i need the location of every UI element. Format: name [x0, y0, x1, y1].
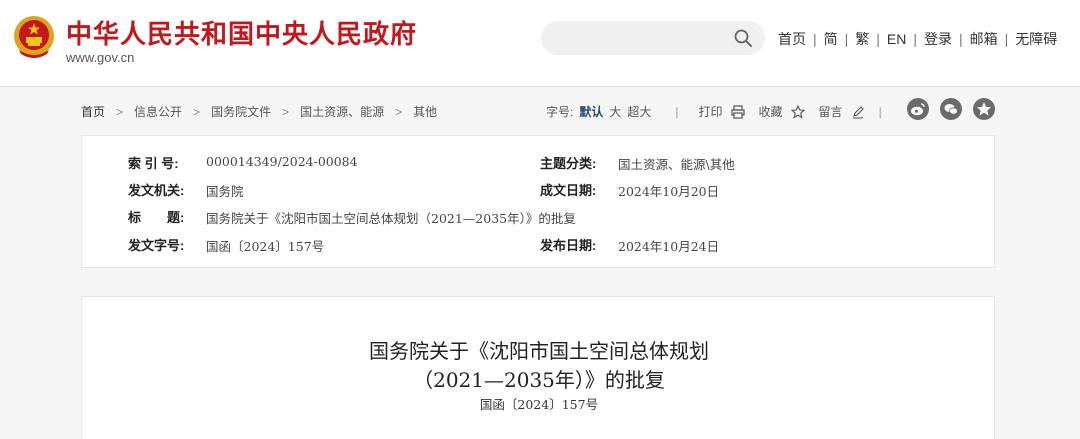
tools-separator: |	[675, 104, 679, 119]
font-size-xlarge[interactable]: 超大	[627, 103, 651, 120]
breadcrumb: 首页 > 信息公开 > 国务院文件 > 国土资源、能源 > 其他	[81, 103, 437, 120]
font-size-label: 字号:	[546, 105, 574, 119]
printer-icon[interactable]	[730, 104, 745, 119]
nav-separator: |	[876, 31, 880, 47]
nav-separator: |	[813, 31, 817, 47]
breadcrumb-home[interactable]: 首页	[81, 103, 105, 120]
star-icon[interactable]	[790, 104, 805, 119]
doc-number-value: 国函〔2024〕157号	[206, 239, 325, 254]
nav-separator: |	[959, 31, 963, 47]
issuer-label: 发文机关:	[128, 183, 185, 198]
title-label: 标 题:	[128, 210, 185, 225]
search-input[interactable]	[541, 21, 765, 55]
comment-button[interactable]: 留言	[819, 103, 843, 120]
index-number-label: 索 引 号:	[128, 156, 179, 171]
nav-separator: |	[844, 31, 849, 47]
doc-number-label: 发文字号:	[128, 238, 185, 253]
site-header: 中华人民共和国中央人民政府 www.gov.cn 首页 | 简 | 繁 | EN…	[0, 0, 1080, 87]
nav-english[interactable]: EN	[887, 31, 906, 47]
national-emblem-icon[interactable]	[11, 14, 57, 60]
category-label: 主题分类:	[540, 156, 597, 171]
nav-separator: |	[1004, 31, 1009, 47]
breadcrumb-bar: 首页 > 信息公开 > 国务院文件 > 国土资源、能源 > 其他 字号: 默认 …	[81, 96, 995, 126]
publish-date-value: 2024年10月24日	[618, 239, 720, 254]
article-title-line1: 国务院关于《沈阳市国土空间总体规划	[369, 339, 709, 363]
site-title[interactable]: 中华人民共和国中央人民政府	[66, 14, 417, 51]
nav-login[interactable]: 登录	[924, 29, 952, 49]
written-date-label: 成文日期:	[540, 183, 597, 198]
font-size-large[interactable]: 大	[609, 103, 621, 120]
breadcrumb-arrow: >	[193, 104, 201, 119]
pencil-icon[interactable]	[851, 105, 865, 119]
article-doc-number: 国函〔2024〕157号	[479, 397, 599, 412]
nav-home[interactable]: 首页	[778, 29, 806, 49]
category-value: 国土资源、能源\其他	[618, 157, 735, 172]
weibo-icon[interactable]	[907, 98, 929, 120]
breadcrumb-arrow: >	[395, 104, 403, 119]
font-size-default[interactable]: 默认	[579, 103, 603, 120]
nav-traditional[interactable]: 繁	[855, 29, 869, 49]
title-value: 国务院关于《沈阳市国土空间总体规划（2021—2035年）》的批复	[206, 211, 576, 226]
site-url: www.gov.cn	[66, 50, 135, 65]
breadcrumb-arrow: >	[282, 104, 290, 119]
article-body: 国务院关于《沈阳市国土空间总体规划 （2021—2035年）》的批复 国函〔20…	[81, 296, 995, 439]
tools-separator: |	[878, 104, 882, 119]
favorite-button[interactable]: 收藏	[759, 103, 783, 120]
index-number-value: 000014349/2024-00084	[206, 154, 358, 169]
top-nav: 首页 | 简 | 繁 | EN | 登录 | 邮箱 | 无障碍	[778, 29, 1057, 49]
issuer-value: 国务院	[206, 184, 244, 199]
document-metadata: 索 引 号: 000014349/2024-00084 主题分类: 国土资源、能…	[81, 135, 995, 268]
publish-date-label: 发布日期:	[540, 238, 597, 253]
nav-accessibility[interactable]: 无障碍	[1015, 29, 1057, 49]
breadcrumb-arrow: >	[116, 104, 124, 119]
article-tools: 字号: 默认 大 超大 | 打印 收藏 留言 |	[546, 103, 902, 120]
qzone-icon[interactable]	[973, 98, 995, 120]
breadcrumb-other[interactable]: 其他	[413, 103, 437, 120]
share-buttons	[896, 98, 995, 120]
article-title-line2: （2021—2035年）》的批复	[413, 368, 665, 392]
nav-simplified[interactable]: 简	[824, 29, 838, 49]
breadcrumb-info-public[interactable]: 信息公开	[134, 103, 182, 120]
print-button[interactable]: 打印	[699, 103, 723, 120]
written-date-value: 2024年10月20日	[618, 184, 720, 199]
wechat-icon[interactable]	[940, 98, 962, 120]
breadcrumb-state-council-docs[interactable]: 国务院文件	[211, 103, 271, 120]
nav-mailbox[interactable]: 邮箱	[970, 29, 998, 49]
search-icon[interactable]	[733, 28, 753, 48]
nav-separator: |	[913, 31, 918, 47]
breadcrumb-land-energy[interactable]: 国土资源、能源	[300, 103, 384, 120]
